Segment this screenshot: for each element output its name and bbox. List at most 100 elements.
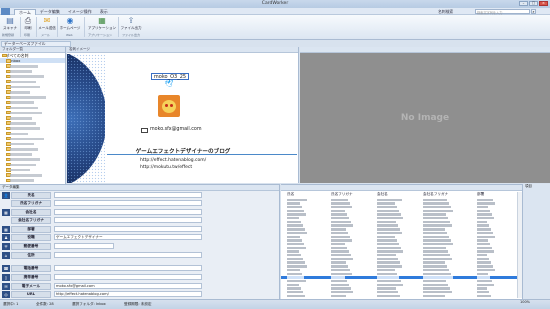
ribbon: ▤ スキャナ ⎙ 印刷 ✉ メール送信 ◉ ホームページ ▦ アプリケーション …	[0, 15, 550, 40]
homepage-label: ホームページ	[59, 26, 81, 30]
redacted-cell	[287, 224, 303, 227]
redacted-cell	[377, 291, 398, 294]
application-button[interactable]: ▦ アプリケーション	[88, 16, 116, 31]
redacted-cell	[477, 265, 493, 268]
field-input[interactable]	[54, 200, 202, 206]
redacted-cell	[331, 268, 350, 272]
redacted-cell	[477, 261, 491, 264]
printer-icon: ⎙	[24, 16, 32, 25]
zoom-level[interactable]: 100%	[520, 300, 546, 305]
column-header-dept[interactable]: 部署	[477, 192, 484, 197]
column-header-company-kana[interactable]: 会社名フリガナ	[423, 192, 448, 197]
column-header-name[interactable]: 氏名	[287, 192, 294, 197]
redacted-cell	[287, 291, 303, 294]
search-icon[interactable]: ⌕	[531, 9, 536, 14]
close-button[interactable]: ×	[539, 1, 548, 6]
field-input[interactable]	[54, 192, 202, 198]
field-input[interactable]	[54, 274, 202, 280]
redacted-cell	[287, 257, 303, 261]
phone-icon: ☎	[2, 265, 10, 272]
redacted-cell	[423, 250, 448, 253]
redacted-cell	[377, 276, 399, 279]
group-separator	[118, 17, 119, 37]
search-input[interactable]: 検索文字列を入力	[475, 9, 530, 15]
redacted-cell	[287, 235, 300, 238]
redacted-text	[10, 96, 46, 99]
scanner-button[interactable]: ▤ スキャナ	[2, 16, 18, 31]
redacted-text	[10, 122, 36, 125]
group-label-new: 新規登録	[2, 33, 15, 37]
redacted-cell	[477, 276, 490, 279]
redacted-cell	[423, 202, 449, 205]
redacted-cell	[331, 224, 353, 227]
field-input[interactable]: http://effect.hatenablog.com/	[54, 291, 202, 297]
field-label: 電子メール	[11, 283, 51, 290]
field-label: URL	[11, 291, 51, 298]
redacted-cell	[423, 209, 453, 213]
redacted-cell	[377, 254, 396, 257]
redacted-cell	[423, 257, 452, 261]
redacted-cell	[377, 257, 398, 261]
print-button[interactable]: ⎙ 印刷	[21, 16, 35, 31]
table-row[interactable]	[281, 294, 517, 298]
field-input[interactable]	[54, 265, 202, 271]
card-globe-graphic	[67, 54, 105, 183]
send-mail-button[interactable]: ✉ メール送信	[38, 16, 56, 31]
field-label: 氏名フリガナ	[11, 200, 51, 207]
redacted-cell	[287, 265, 307, 268]
redacted-cell	[331, 261, 346, 264]
globe-icon: ◉	[66, 16, 74, 25]
field-input[interactable]	[54, 243, 114, 249]
maximize-button[interactable]: □	[529, 1, 538, 6]
redacted-cell	[377, 261, 400, 264]
avatar-eye	[165, 104, 168, 107]
redacted-cell	[377, 220, 396, 224]
redacted-cell	[377, 202, 395, 205]
field-label: 部署	[11, 226, 51, 233]
field-input[interactable]: ゲームエフェクトデザイナー	[54, 234, 202, 240]
folder-icon	[2, 54, 7, 58]
homepage-button[interactable]: ◉ ホームページ	[59, 16, 81, 31]
field-label: 携帯番号	[11, 274, 51, 281]
redacted-cell	[331, 250, 349, 253]
redacted-cell	[377, 239, 397, 242]
file-export-button[interactable]: ⇪ ファイル出力	[120, 16, 142, 31]
column-header-name-kana[interactable]: 氏名フリガナ	[331, 192, 353, 197]
title-icon: ♟	[2, 234, 10, 241]
redacted-cell	[477, 287, 487, 290]
redacted-text	[10, 179, 34, 182]
redacted-text	[10, 80, 36, 84]
redacted-text	[10, 70, 32, 73]
field-input[interactable]	[54, 226, 202, 232]
redacted-cell	[477, 246, 492, 250]
status-count: 全件数: 28	[36, 302, 54, 306]
status-folder: 選択フォルダ: Inbox	[72, 302, 106, 306]
folder-icon	[6, 59, 11, 63]
redacted-cell	[287, 228, 305, 231]
redacted-cell	[423, 224, 452, 227]
redacted-text	[10, 174, 42, 177]
redacted-cell	[287, 202, 300, 205]
print-label: 印刷	[24, 26, 32, 30]
group-separator	[57, 17, 58, 37]
minimize-button[interactable]: –	[519, 1, 528, 6]
app-menu-button[interactable]	[1, 8, 10, 15]
column-header-company[interactable]: 会社名	[377, 192, 388, 197]
redacted-cell	[377, 217, 403, 220]
redacted-cell	[287, 209, 304, 213]
field-input[interactable]	[54, 217, 202, 223]
export-icon: ⇪	[127, 16, 135, 25]
field-input[interactable]	[54, 209, 202, 215]
group-label-print: 印刷	[24, 33, 31, 37]
redacted-cell	[477, 268, 495, 272]
field-input[interactable]	[54, 252, 202, 258]
redacted-text	[10, 75, 44, 79]
redacted-cell	[287, 205, 302, 209]
redacted-cell	[377, 283, 403, 287]
mail-icon: ✉	[2, 283, 10, 290]
redacted-cell	[331, 239, 352, 242]
redacted-cell	[423, 254, 450, 257]
url-icon: ◎	[2, 291, 10, 298]
redacted-cell	[331, 202, 350, 205]
field-input[interactable]: moko.sfx@gmail.com	[54, 283, 202, 289]
